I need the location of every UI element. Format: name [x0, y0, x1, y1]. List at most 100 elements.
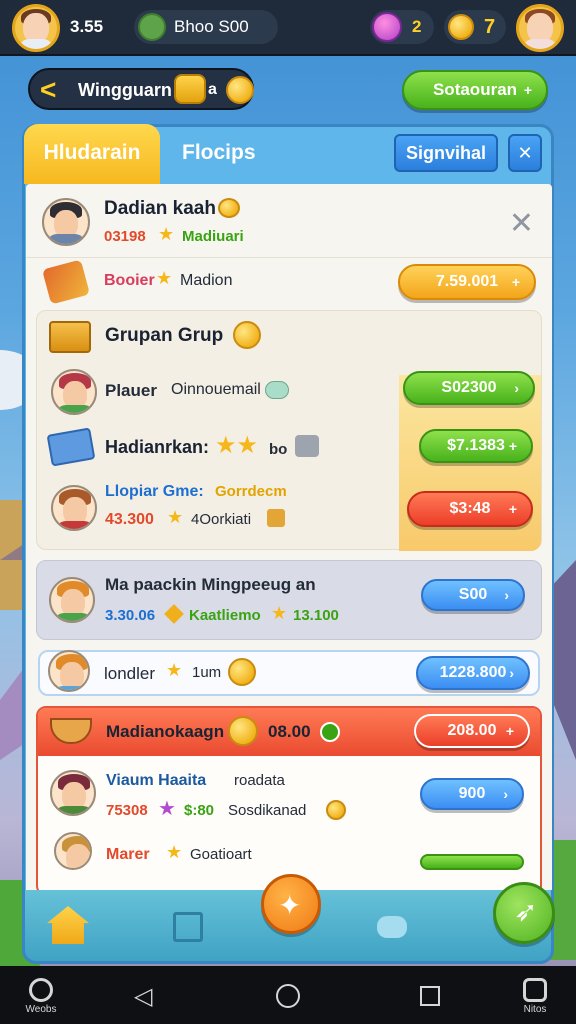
top-action-button[interactable]: Sotaouran + [402, 70, 548, 110]
plus-icon: + [505, 723, 514, 739]
event-item-stat2: $:80 [184, 802, 215, 819]
group-item-price-button[interactable]: S02300 › [403, 371, 535, 405]
star-burst-icon: ✦ [278, 890, 302, 921]
group-item-name: Plauer [105, 381, 157, 400]
gift-icon[interactable] [173, 912, 203, 942]
friend-avatar[interactable] [516, 4, 564, 52]
gem-icon [372, 12, 402, 42]
event-price-button[interactable]: 208.00 + [414, 714, 530, 748]
center-action-button[interactable]: ✦ [261, 874, 321, 934]
profile-name: Dadian kaah [104, 198, 216, 219]
event-title: Madianokaagn [106, 722, 225, 741]
booster-label1: Booier [104, 272, 155, 289]
group-item-detail: Oinnouemail [171, 381, 261, 398]
bottom-nav: ✦ ➶ [22, 874, 555, 964]
tab-label: Flocips [182, 141, 256, 164]
booster-label2: Madion [180, 272, 233, 289]
back-triangle-icon[interactable]: ◁ [134, 982, 152, 1011]
player-avatar[interactable] [12, 4, 60, 52]
mission-stat3: 13.100 [293, 607, 339, 624]
signvihal-button[interactable]: Signvihal [394, 134, 498, 172]
group-item-price-button[interactable]: $3:48 + [407, 491, 533, 527]
chevron-right-icon: › [514, 380, 519, 396]
event-item-name: Viaum Haaita [106, 772, 207, 789]
group-item-detail: Gorrdecm [215, 483, 287, 500]
plus-icon: + [508, 501, 517, 517]
event-box: Madianokaagn 08.00 208.00 + Viaum Haaita… [36, 706, 542, 896]
gem-counter[interactable]: 2 [370, 10, 434, 44]
coin-stack-icon [448, 14, 474, 40]
back-button[interactable]: < Wingguarn a [28, 68, 254, 110]
tab-flocips[interactable]: Flocips [182, 124, 256, 184]
tab-hludarain[interactable]: Hludarain [24, 124, 160, 184]
group-item-name: Hadianrkan: [105, 437, 210, 457]
close-icon: ✕ [517, 143, 533, 163]
group-item-detail: bo [269, 441, 288, 458]
home-icon[interactable] [47, 906, 89, 944]
event-header: Madianokaagn 08.00 208.00 + [38, 708, 540, 756]
recents-square-icon[interactable] [420, 986, 440, 1006]
profile-avatar [42, 198, 90, 246]
profile-stat: 03198 [104, 228, 146, 245]
event-item-avatar [50, 770, 96, 816]
chevron-right-icon: › [503, 786, 508, 802]
single-box: londler ★ 1um 1228.800 › [38, 650, 540, 696]
rocket-button[interactable]: ➶ [493, 882, 555, 944]
booster-price-button[interactable]: 7.59.001 + [398, 264, 536, 300]
star-purple-icon: ★ [158, 798, 176, 820]
check-icon [320, 722, 340, 742]
coin-counter[interactable]: 7 [444, 10, 506, 44]
single-price-button[interactable]: 1228.800 › [416, 656, 530, 690]
tag-icon [295, 435, 319, 457]
box-icon [267, 509, 285, 527]
group-item-stat2: 4Oorkiati [191, 511, 252, 528]
event-item-name: Marer [106, 846, 150, 863]
group-title: Grupan Grup [105, 325, 224, 346]
group-item-price: $7.1383 [447, 437, 505, 454]
star-icon: ★ [167, 507, 184, 527]
envelope-icon [46, 427, 96, 467]
group-item-avatar [51, 369, 97, 415]
mission-price-button[interactable]: S00 › [421, 579, 525, 611]
event-item-price-button[interactable]: 900 › [420, 778, 524, 810]
system-left-button[interactable]: Weobs [18, 978, 64, 1015]
plus-icon: + [511, 274, 520, 290]
chat-bubble-icon[interactable] [377, 916, 407, 938]
home-circle-icon[interactable] [276, 984, 300, 1008]
pill-icon [265, 381, 289, 399]
top-action-label: Sotaouran [432, 80, 518, 99]
group-item-price: $3:48 [449, 500, 491, 517]
plus-icon: + [508, 438, 517, 454]
mission-stat: 3.30.06 [105, 607, 156, 624]
mission-stat2: Kaatliemo [189, 607, 261, 624]
panel-close-button[interactable]: ✕ [508, 134, 542, 172]
smiley-coin-icon [228, 716, 258, 746]
bowl-icon [50, 718, 92, 744]
treasure-bag-icon [174, 74, 206, 104]
group-item-stat: 43.300 [105, 511, 154, 528]
event-price: 208.00 [447, 722, 497, 739]
event-item-stat: 75308 [106, 802, 148, 819]
booster-price: 7.59.001 [435, 273, 499, 290]
player-pill[interactable]: Bhoo S00 [134, 10, 278, 44]
booster-row: Booier ★ Madion 7.59.001 + [26, 259, 552, 308]
close-icon[interactable]: ✕ [509, 206, 534, 241]
chevron-left-icon: < [40, 74, 57, 105]
event-item-detail: Goatioart [190, 846, 252, 863]
record-icon [523, 978, 547, 1002]
single-detail: 1um [192, 664, 222, 681]
signvihal-label: Signvihal [405, 143, 486, 163]
treasure-chest-icon [49, 321, 91, 353]
smiley-coin-icon [228, 658, 256, 686]
system-right-button[interactable]: Nitos [512, 978, 558, 1015]
star-icon: ★ [271, 603, 288, 623]
top-status-bar: 3.55 Bhoo S00 2 7 [0, 0, 576, 56]
group-item-price-button[interactable]: $7.1383 + [419, 429, 533, 463]
gem-icon [164, 604, 184, 624]
circle-outline-icon [29, 978, 53, 1002]
star-icon: ★ [156, 268, 173, 288]
content-sheet: Dadian kaah 03198 ★ Madiuari ✕ Booier ★ … [26, 184, 552, 896]
mission-box: Ma paackin Mingpeeug an 3.30.06 Kaatliem… [36, 560, 542, 640]
back-label: Wingguarn [78, 80, 172, 100]
single-avatar [48, 650, 90, 692]
